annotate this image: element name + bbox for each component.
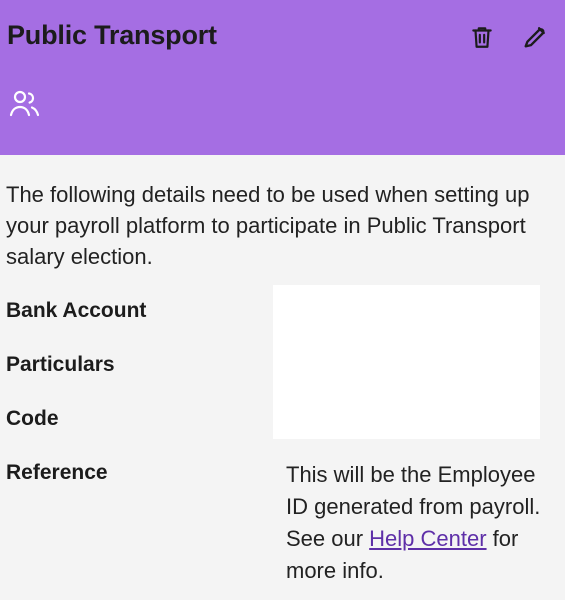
details-panel: The following details need to be used wh… [0,155,565,600]
page-title: Public Transport [7,20,217,50]
delete-button[interactable] [467,22,497,52]
edit-button[interactable] [520,22,550,52]
payment-details-values [273,285,540,439]
code-label: Code [6,407,59,430]
pencil-icon [524,27,545,48]
reference-label: Reference [6,461,108,484]
reference-info: This will be the Employee ID generated f… [286,459,561,587]
page-header: Public Transport [0,0,565,155]
trash-icon [472,27,492,48]
help-center-link[interactable]: Help Center [369,526,486,551]
bank-account-label: Bank Account [6,299,147,322]
setup-description: The following details need to be used wh… [6,182,530,269]
people-icon [9,90,40,117]
particulars-label: Particulars [6,353,115,376]
